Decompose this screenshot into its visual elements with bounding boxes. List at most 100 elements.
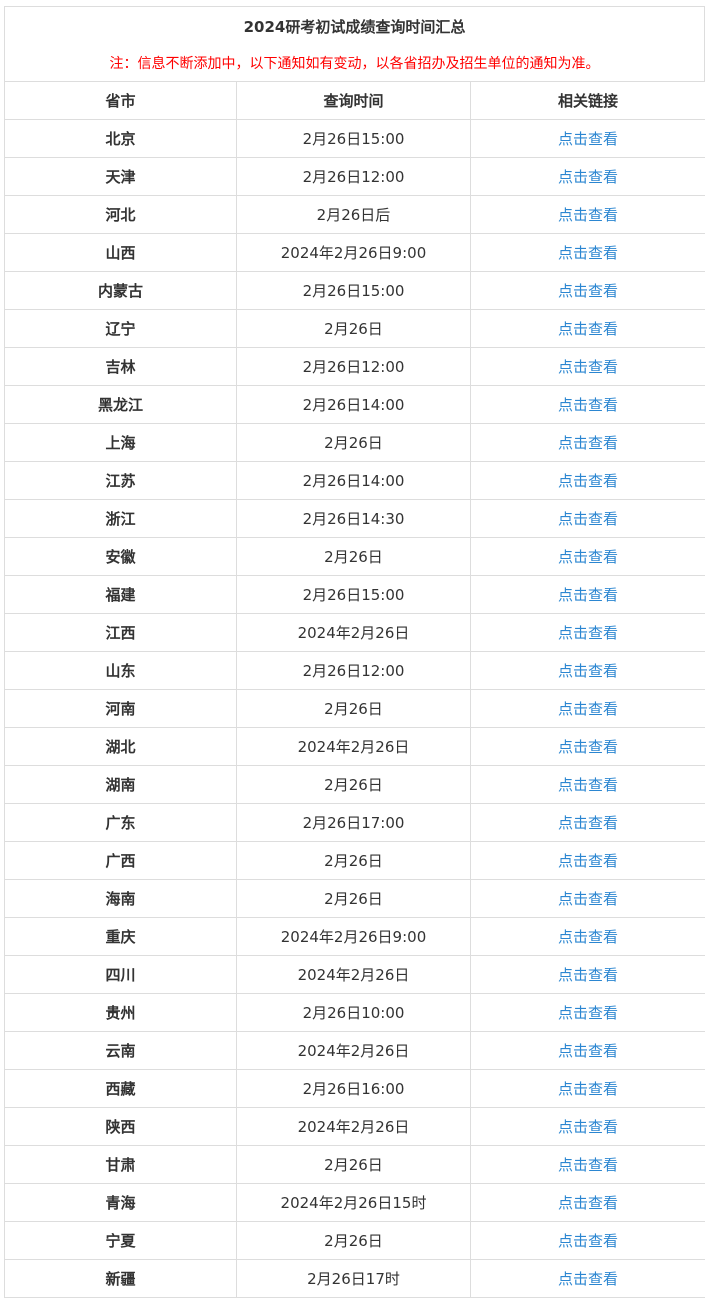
table-row: 北京2月26日15:00 点击查看 xyxy=(5,120,705,158)
province-cell: 辽宁 xyxy=(5,310,237,348)
table-row: 浙江2月26日14:30点击查看 xyxy=(5,500,705,538)
view-link[interactable]: 点击查看 xyxy=(558,890,618,908)
link-cell: 点击查看 xyxy=(471,272,705,310)
province-cell: 广西 xyxy=(5,842,237,880)
table-row: 贵州2月26日10:00点击查看 xyxy=(5,994,705,1032)
view-link[interactable]: 点击查看 xyxy=(558,282,618,300)
table-row: 重庆2024年2月26日9:00点击查看 xyxy=(5,918,705,956)
view-link[interactable]: 点击查看 xyxy=(558,1080,618,1098)
view-link[interactable]: 点击查看 xyxy=(558,510,618,528)
province-cell: 安徽 xyxy=(5,538,237,576)
view-link[interactable]: 点击查看 xyxy=(558,320,618,338)
province-cell: 湖北 xyxy=(5,728,237,766)
query-time-cell: 2月26日 xyxy=(237,538,471,576)
table-row: 河北2月26日后点击查看 xyxy=(5,196,705,234)
view-link[interactable]: 点击查看 xyxy=(558,130,618,148)
view-link[interactable]: 点击查看 xyxy=(558,548,618,566)
view-link[interactable]: 点击查看 xyxy=(558,586,618,604)
view-link[interactable]: 点击查看 xyxy=(558,1118,618,1136)
query-time-cell: 2月26日15:00 xyxy=(237,120,471,158)
view-link[interactable]: 点击查看 xyxy=(558,358,618,376)
view-link[interactable]: 点击查看 xyxy=(558,1194,618,1212)
query-time-cell: 2月26日15:00 xyxy=(237,272,471,310)
query-time-cell: 2月26日12:00 xyxy=(237,652,471,690)
query-time-cell: 2024年2月26日 xyxy=(237,1032,471,1070)
province-cell: 广东 xyxy=(5,804,237,842)
table-row: 陕西2024年2月26日点击查看 xyxy=(5,1108,705,1146)
link-cell: 点击查看 xyxy=(471,538,705,576)
view-link[interactable]: 点击查看 xyxy=(558,1004,618,1022)
link-cell: 点击查看 xyxy=(471,1108,705,1146)
link-cell: 点击查看 xyxy=(471,880,705,918)
link-cell: 点击查看 xyxy=(471,652,705,690)
table-row: 上海2月26日 点击查看 xyxy=(5,424,705,462)
link-cell: 点击查看 xyxy=(471,766,705,804)
view-link[interactable]: 点击查看 xyxy=(558,472,618,490)
score-query-table-container: 2024研考初试成绩查询时间汇总 注：信息不断添加中，以下通知如有变动，以各省招… xyxy=(4,6,705,1298)
table-body: 北京2月26日15:00点击查看天津2月26日12:00点击查看河北2月26日后… xyxy=(5,120,705,1298)
table-row: 山东2月26日12:00 点击查看 xyxy=(5,652,705,690)
link-cell: 点击查看 xyxy=(471,120,705,158)
view-link[interactable]: 点击查看 xyxy=(558,814,618,832)
view-link[interactable]: 点击查看 xyxy=(558,434,618,452)
view-link[interactable]: 点击查看 xyxy=(558,168,618,186)
table-row: 吉林2月26日12:00点击查看 xyxy=(5,348,705,386)
table-row: 安徽2月26日 点击查看 xyxy=(5,538,705,576)
table-row: 青海2024年2月26日15时 点击查看 xyxy=(5,1184,705,1222)
table-row: 江苏2月26日14:00 点击查看 xyxy=(5,462,705,500)
province-cell: 甘肃 xyxy=(5,1146,237,1184)
query-time-cell: 2月26日 xyxy=(237,424,471,462)
query-time-cell: 2月26日17时 xyxy=(237,1260,471,1298)
link-cell: 点击查看 xyxy=(471,1146,705,1184)
view-link[interactable]: 点击查看 xyxy=(558,1232,618,1250)
province-cell: 山东 xyxy=(5,652,237,690)
header-time: 查询时间 xyxy=(237,82,471,120)
view-link[interactable]: 点击查看 xyxy=(558,206,618,224)
query-time-cell: 2月26日 xyxy=(237,1146,471,1184)
view-link[interactable]: 点击查看 xyxy=(558,700,618,718)
province-cell: 浙江 xyxy=(5,500,237,538)
province-cell: 宁夏 xyxy=(5,1222,237,1260)
header-province: 省市 xyxy=(5,82,237,120)
link-cell: 点击查看 xyxy=(471,196,705,234)
view-link[interactable]: 点击查看 xyxy=(558,1042,618,1060)
link-cell: 点击查看 xyxy=(471,386,705,424)
table-header-row: 省市 查询时间 相关链接 xyxy=(5,82,705,120)
link-cell: 点击查看 xyxy=(471,614,705,652)
view-link[interactable]: 点击查看 xyxy=(558,966,618,984)
view-link[interactable]: 点击查看 xyxy=(558,244,618,262)
query-time-cell: 2024年2月26日15时 xyxy=(237,1184,471,1222)
query-time-cell: 2月26日 xyxy=(237,690,471,728)
link-cell: 点击查看 xyxy=(471,424,705,462)
view-link[interactable]: 点击查看 xyxy=(558,662,618,680)
table-row: 广东2月26日17:00点击查看 xyxy=(5,804,705,842)
query-time-cell: 2月26日15:00 xyxy=(237,576,471,614)
province-cell: 西藏 xyxy=(5,1070,237,1108)
province-cell: 北京 xyxy=(5,120,237,158)
view-link[interactable]: 点击查看 xyxy=(558,1270,618,1288)
province-cell: 江苏 xyxy=(5,462,237,500)
query-time-cell: 2024年2月26日 xyxy=(237,614,471,652)
view-link[interactable]: 点击查看 xyxy=(558,396,618,414)
province-cell: 贵州 xyxy=(5,994,237,1032)
view-link[interactable]: 点击查看 xyxy=(558,928,618,946)
province-cell: 天津 xyxy=(5,158,237,196)
view-link[interactable]: 点击查看 xyxy=(558,624,618,642)
query-time-cell: 2月26日14:00 xyxy=(237,462,471,500)
view-link[interactable]: 点击查看 xyxy=(558,1156,618,1174)
province-cell: 青海 xyxy=(5,1184,237,1222)
province-cell: 福建 xyxy=(5,576,237,614)
link-cell: 点击查看 xyxy=(471,576,705,614)
view-link[interactable]: 点击查看 xyxy=(558,776,618,794)
query-time-cell: 2024年2月26日 xyxy=(237,1108,471,1146)
link-cell: 点击查看 xyxy=(471,728,705,766)
link-cell: 点击查看 xyxy=(471,690,705,728)
province-cell: 新疆 xyxy=(5,1260,237,1298)
link-cell: 点击查看 xyxy=(471,462,705,500)
view-link[interactable]: 点击查看 xyxy=(558,738,618,756)
table-row: 福建2月26日15:00 点击查看 xyxy=(5,576,705,614)
province-cell: 上海 xyxy=(5,424,237,462)
view-link[interactable]: 点击查看 xyxy=(558,852,618,870)
province-cell: 江西 xyxy=(5,614,237,652)
province-cell: 云南 xyxy=(5,1032,237,1070)
